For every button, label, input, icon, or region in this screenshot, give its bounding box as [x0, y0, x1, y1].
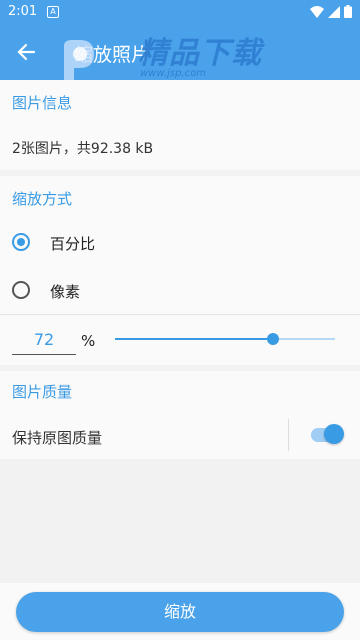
- wifi-icon: [310, 5, 324, 18]
- back-button[interactable]: [12, 38, 42, 66]
- radio-pixel-label[interactable]: 像素: [50, 281, 80, 302]
- scale-button[interactable]: 缩放: [16, 592, 344, 632]
- scale-mode-title: 缩放方式: [12, 190, 73, 208]
- battery-icon: [344, 5, 352, 18]
- percent-slider[interactable]: [115, 333, 335, 345]
- quality-section: 图片质量 保持原图质量: [0, 371, 360, 459]
- status-time: 2:01: [8, 4, 38, 19]
- quality-title: 图片质量: [12, 383, 73, 401]
- vertical-divider: [288, 419, 289, 451]
- radio-percent-label[interactable]: 百分比: [50, 233, 95, 254]
- watermark-brand: 精品下载: [138, 36, 262, 71]
- slider-fill: [115, 338, 273, 340]
- image-info-section: 图片信息 2张图片，共92.38 kB: [0, 80, 360, 170]
- image-info-title: 图片信息: [12, 94, 73, 112]
- status-icons: [310, 5, 352, 18]
- radio-pixel[interactable]: [12, 281, 30, 299]
- keep-original-label: 保持原图质量: [12, 429, 103, 447]
- arrow-left-icon: [17, 43, 36, 61]
- signal-icon: [328, 5, 340, 18]
- notification-icon: A: [47, 6, 59, 18]
- keep-original-switch-thumb[interactable]: [324, 424, 344, 444]
- percent-input[interactable]: 72: [12, 330, 76, 355]
- divider: [0, 314, 360, 315]
- watermark-url: www.jsp.com: [140, 68, 206, 79]
- image-info-summary: 2张图片，共92.38 kB: [12, 141, 154, 157]
- percent-sign: %: [81, 332, 96, 350]
- radio-percent[interactable]: [12, 233, 30, 251]
- watermark-logo-icon: [64, 40, 94, 82]
- status-bar: 2:01 A: [0, 0, 360, 24]
- slider-thumb[interactable]: [267, 333, 279, 345]
